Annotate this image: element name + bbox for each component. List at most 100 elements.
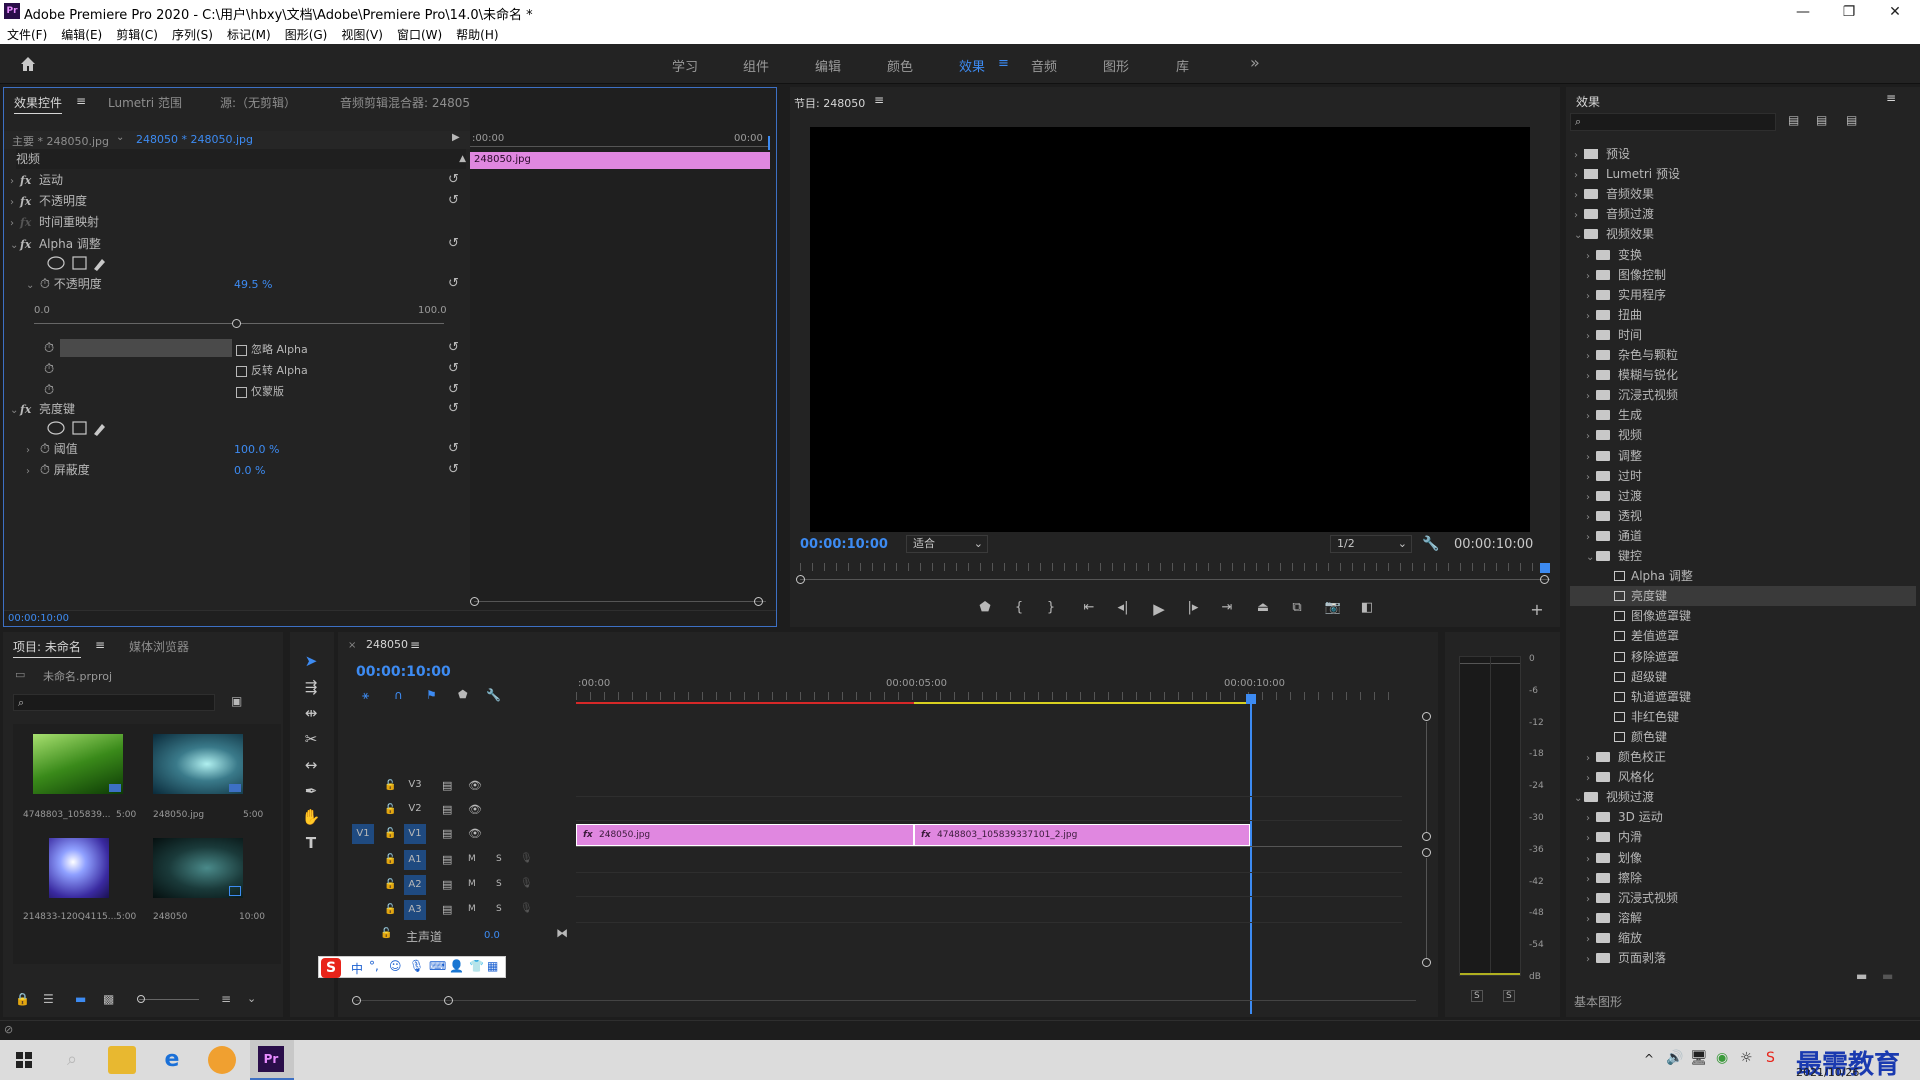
tab-menu-icon[interactable]: ≡ [76, 94, 86, 108]
chevron-right-icon[interactable]: › [1586, 749, 1596, 769]
basic-graphics-tab[interactable]: 基本图形 [1574, 993, 1622, 1010]
toolbox-icon[interactable]: ▦ [487, 959, 498, 973]
chevron-right-icon[interactable]: › [1586, 508, 1596, 528]
extract-icon[interactable]: ⧉ [1286, 600, 1308, 618]
workspace-graphics[interactable]: 图形 [1103, 56, 1129, 75]
program-zoom-right[interactable] [1540, 575, 1549, 584]
sync-lock-icon[interactable]: ▤ [442, 903, 452, 916]
effects-tree-item[interactable]: › 缩放 [1570, 928, 1916, 948]
source-v1-patch[interactable]: V1 [352, 824, 374, 844]
reset-icon[interactable]: ↺ [448, 442, 462, 456]
effects-tree-item[interactable]: › 溶解 [1570, 908, 1916, 928]
ime-toolbar[interactable]: S 中 °, ☺ 🎙 ⌨ 👤 👕 ▦ [318, 956, 506, 978]
sync-lock-icon[interactable]: ▤ [442, 779, 452, 792]
tab-effect-controls[interactable]: 效果控件 [14, 94, 63, 114]
effects-tree-item[interactable]: › 过时 [1570, 466, 1916, 486]
ec-clip-bar[interactable]: 248050.jpg [470, 152, 770, 169]
program-playhead[interactable] [1540, 563, 1550, 573]
reset-icon[interactable]: ↺ [448, 277, 462, 291]
video-scroll-top-handle[interactable] [1422, 712, 1431, 721]
fx-luma-key-row[interactable]: ⌄ fx 亮度键 [10, 399, 75, 419]
more-workspaces-button[interactable]: » [1250, 53, 1260, 72]
hand-tool-icon[interactable]: ✋ [300, 806, 322, 828]
list-view-icon[interactable]: ☰ [43, 992, 54, 1006]
chevron-right-icon[interactable]: › [1574, 206, 1584, 226]
workspace-editing[interactable]: 编辑 [815, 56, 841, 75]
chevron-right-icon[interactable]: › [1586, 528, 1596, 548]
close-button[interactable]: ✕ [1872, 2, 1918, 22]
thumbnail-size-slider[interactable] [139, 999, 199, 1000]
reset-icon[interactable]: ↺ [448, 237, 462, 251]
project-item-thumbnail[interactable] [49, 838, 109, 898]
effects-tree-item[interactable]: › 透视 [1570, 506, 1916, 526]
effects-tree-item[interactable]: › 擦除 [1570, 868, 1916, 888]
chevron-right-icon[interactable]: › [1586, 870, 1596, 890]
chevron-right-icon[interactable]: › [10, 214, 20, 234]
tab-audio-clip-mixer[interactable]: 音频剪辑混合器: 248050 [340, 94, 478, 111]
mark-out-icon[interactable]: } [1040, 600, 1062, 618]
effects-tree-item[interactable]: › 沉浸式视频 [1570, 385, 1916, 405]
timeline-timecode[interactable]: 00:00:10:00 [356, 664, 451, 680]
effects-tree-item[interactable]: › 预设 [1570, 144, 1916, 164]
lock-icon[interactable]: 🔒 [15, 992, 30, 1006]
effects-tree-item[interactable]: 颜色键 [1570, 727, 1916, 747]
timeline-playhead[interactable] [1250, 696, 1252, 1014]
menu-clip[interactable]: 剪辑(C) [109, 24, 165, 45]
edge-browser-icon[interactable]: e [158, 1046, 186, 1074]
workspace-assembly[interactable]: 组件 [743, 56, 769, 75]
effects-tree-item[interactable]: › 视频 [1570, 425, 1916, 445]
effects-tree-item[interactable]: › 杂色与颗粒 [1570, 345, 1916, 365]
microphone-icon[interactable]: 🎙 [520, 903, 533, 914]
chevron-right-icon[interactable]: › [1574, 166, 1584, 186]
go-to-out-icon[interactable]: ⇥ [1216, 600, 1238, 618]
chevron-down-icon[interactable]: ⌄ [1586, 548, 1596, 568]
chevron-right-icon[interactable]: › [1586, 448, 1596, 468]
chevron-right-icon[interactable]: › [1586, 287, 1596, 307]
reset-icon[interactable]: ↺ [448, 463, 462, 477]
track-select-tool-icon[interactable]: ⇶ [300, 676, 322, 698]
timeline-clip[interactable]: fx 4748803_105839337101_2.jpg [914, 824, 1250, 846]
wrench-icon[interactable]: 🔧 [486, 688, 501, 702]
ec-zoom-handle-left[interactable] [470, 597, 479, 606]
sync-lock-icon[interactable]: ▤ [442, 827, 452, 840]
fx-motion-row[interactable]: › fx 运动 [10, 170, 63, 190]
fx-opacity-row[interactable]: › fx 不透明度 [10, 191, 87, 211]
add-marker-icon[interactable]: ⬟ [974, 600, 996, 618]
app-icon[interactable] [208, 1046, 236, 1074]
add-marker-icon[interactable]: ⬟ [458, 688, 468, 701]
delete-icon[interactable]: ▬ [1882, 969, 1893, 983]
effects-tree-item[interactable]: 图像遮罩键 [1570, 606, 1916, 626]
chevron-down-icon[interactable]: ⌄ [10, 401, 20, 421]
yuv-effects-icon[interactable]: ▤ [1846, 113, 1857, 127]
fx-icon[interactable]: fx [20, 174, 31, 187]
effects-tree-item[interactable]: › 实用程序 [1570, 285, 1916, 305]
program-zoom-left[interactable] [796, 575, 805, 584]
tab-project[interactable]: 项目: 未命名 [13, 638, 81, 658]
tab-media-browser[interactable]: 媒体浏览器 [129, 638, 189, 655]
program-timecode[interactable]: 00:00:10:00 [800, 537, 888, 552]
mute-button[interactable]: M [468, 854, 476, 864]
sync-lock-icon[interactable]: ▤ [442, 853, 452, 866]
stopwatch-icon[interactable]: ⏱ [40, 463, 50, 478]
chevron-right-icon[interactable]: › [10, 172, 20, 192]
program-monitor-title[interactable]: 节目: 248050 [794, 95, 865, 111]
stopwatch-icon[interactable]: ⏱ [44, 383, 54, 398]
track-a3-label[interactable]: A3 [404, 900, 426, 920]
nest-toggle-icon[interactable]: ⚹ [362, 688, 369, 703]
chevron-right-icon[interactable]: › [1586, 950, 1596, 970]
ignore-alpha-checkbox[interactable]: 忽略 Alpha [236, 341, 308, 357]
chevron-down-icon[interactable]: ⌄ [10, 236, 20, 256]
effects-tree-item[interactable]: 移除遮罩 [1570, 647, 1916, 667]
project-item-thumbnail[interactable] [153, 734, 243, 794]
rectangle-mask-icon[interactable] [72, 421, 87, 435]
minimize-button[interactable]: — [1780, 2, 1826, 22]
stopwatch-icon[interactable]: ⏱ [44, 341, 54, 356]
invert-alpha-checkbox[interactable]: 反转 Alpha [236, 362, 308, 378]
effects-tree-item[interactable]: › 时间 [1570, 325, 1916, 345]
chevron-right-icon[interactable]: › [1586, 809, 1596, 829]
tray-app-icon[interactable]: ◉ [1716, 1050, 1728, 1066]
chevron-right-icon[interactable]: › [1574, 186, 1584, 206]
punctuation-icon[interactable]: °, [369, 959, 379, 973]
effects-tree-item[interactable]: › 3D 运动 [1570, 807, 1916, 827]
reset-icon[interactable]: ↺ [448, 173, 462, 187]
